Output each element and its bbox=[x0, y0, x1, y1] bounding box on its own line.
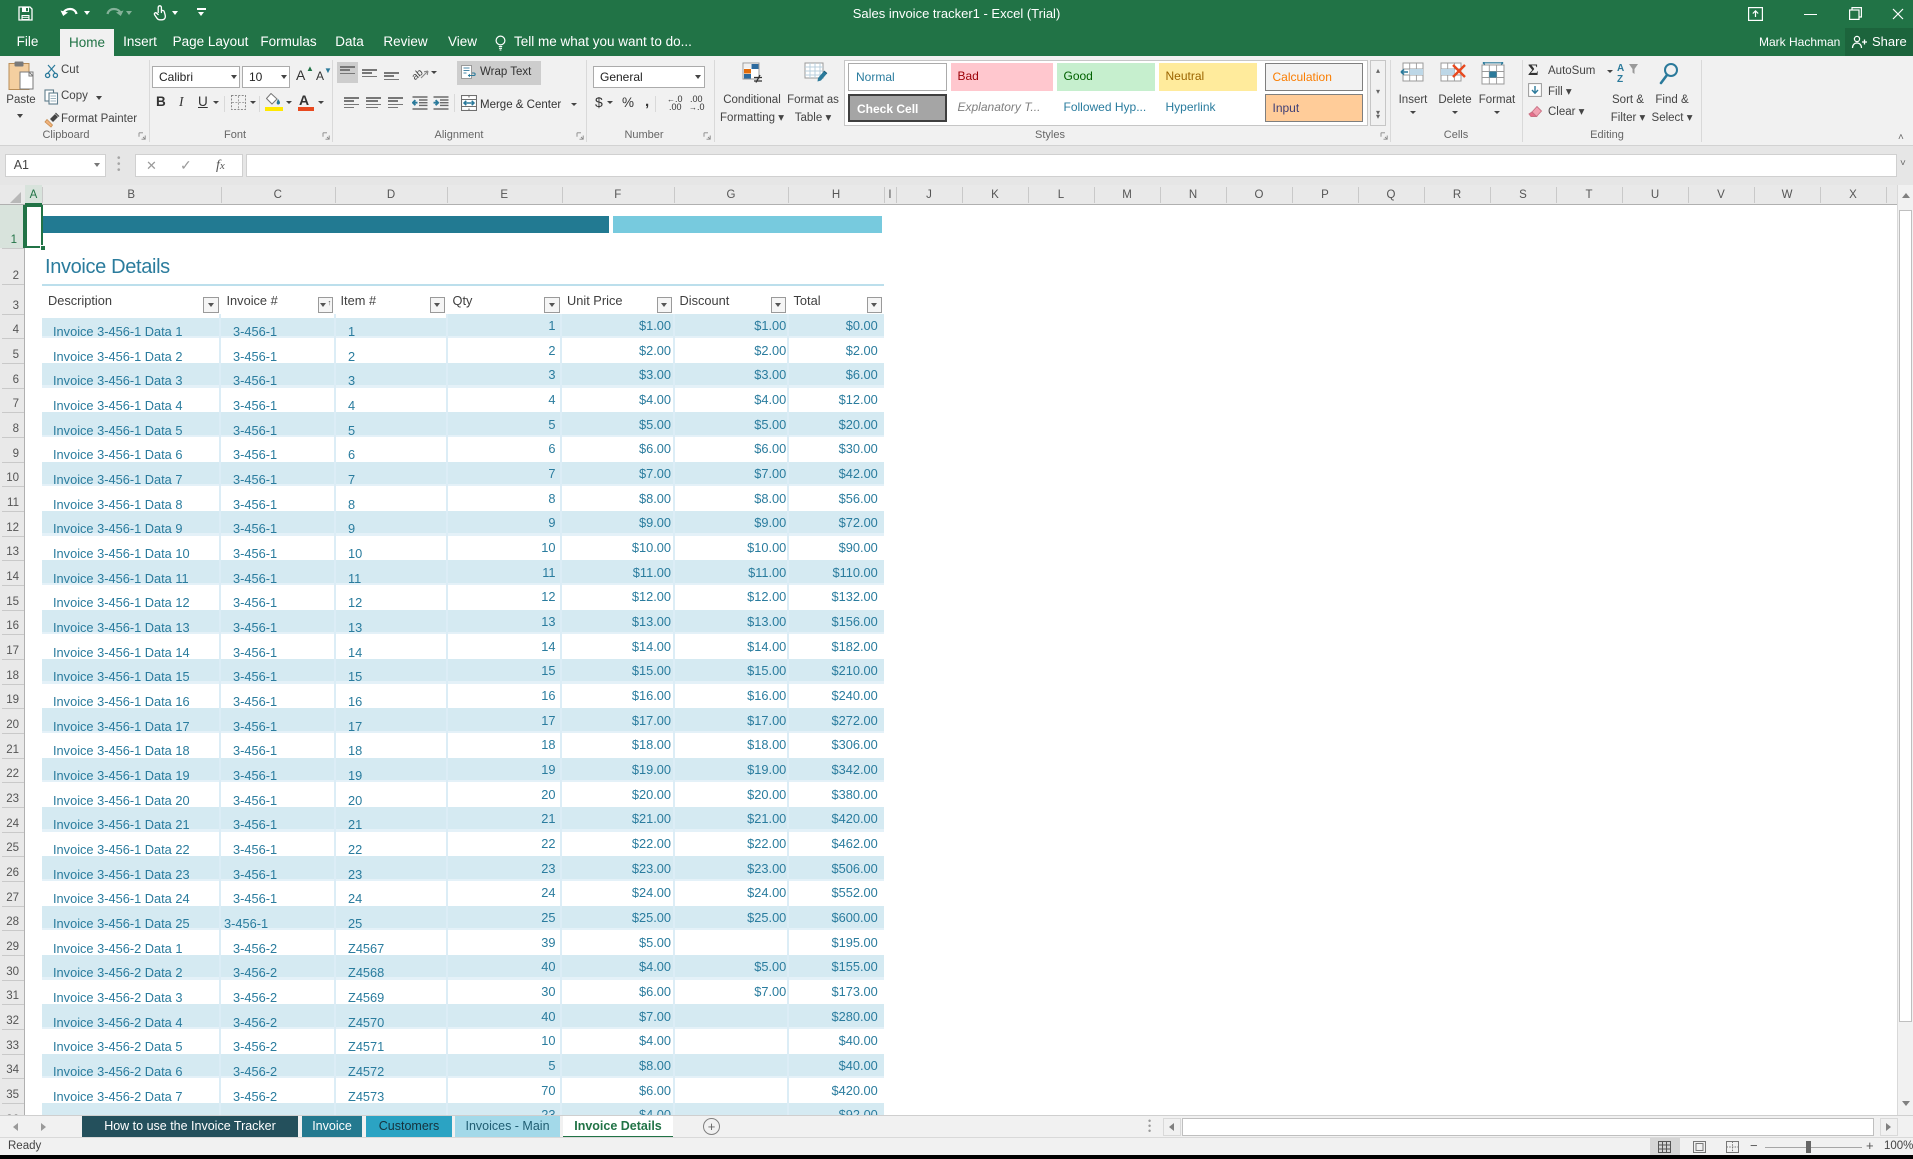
svg-text:ab: ab bbox=[412, 67, 426, 81]
svg-text:Z: Z bbox=[1617, 74, 1623, 84]
svg-text:A: A bbox=[1617, 63, 1624, 74]
